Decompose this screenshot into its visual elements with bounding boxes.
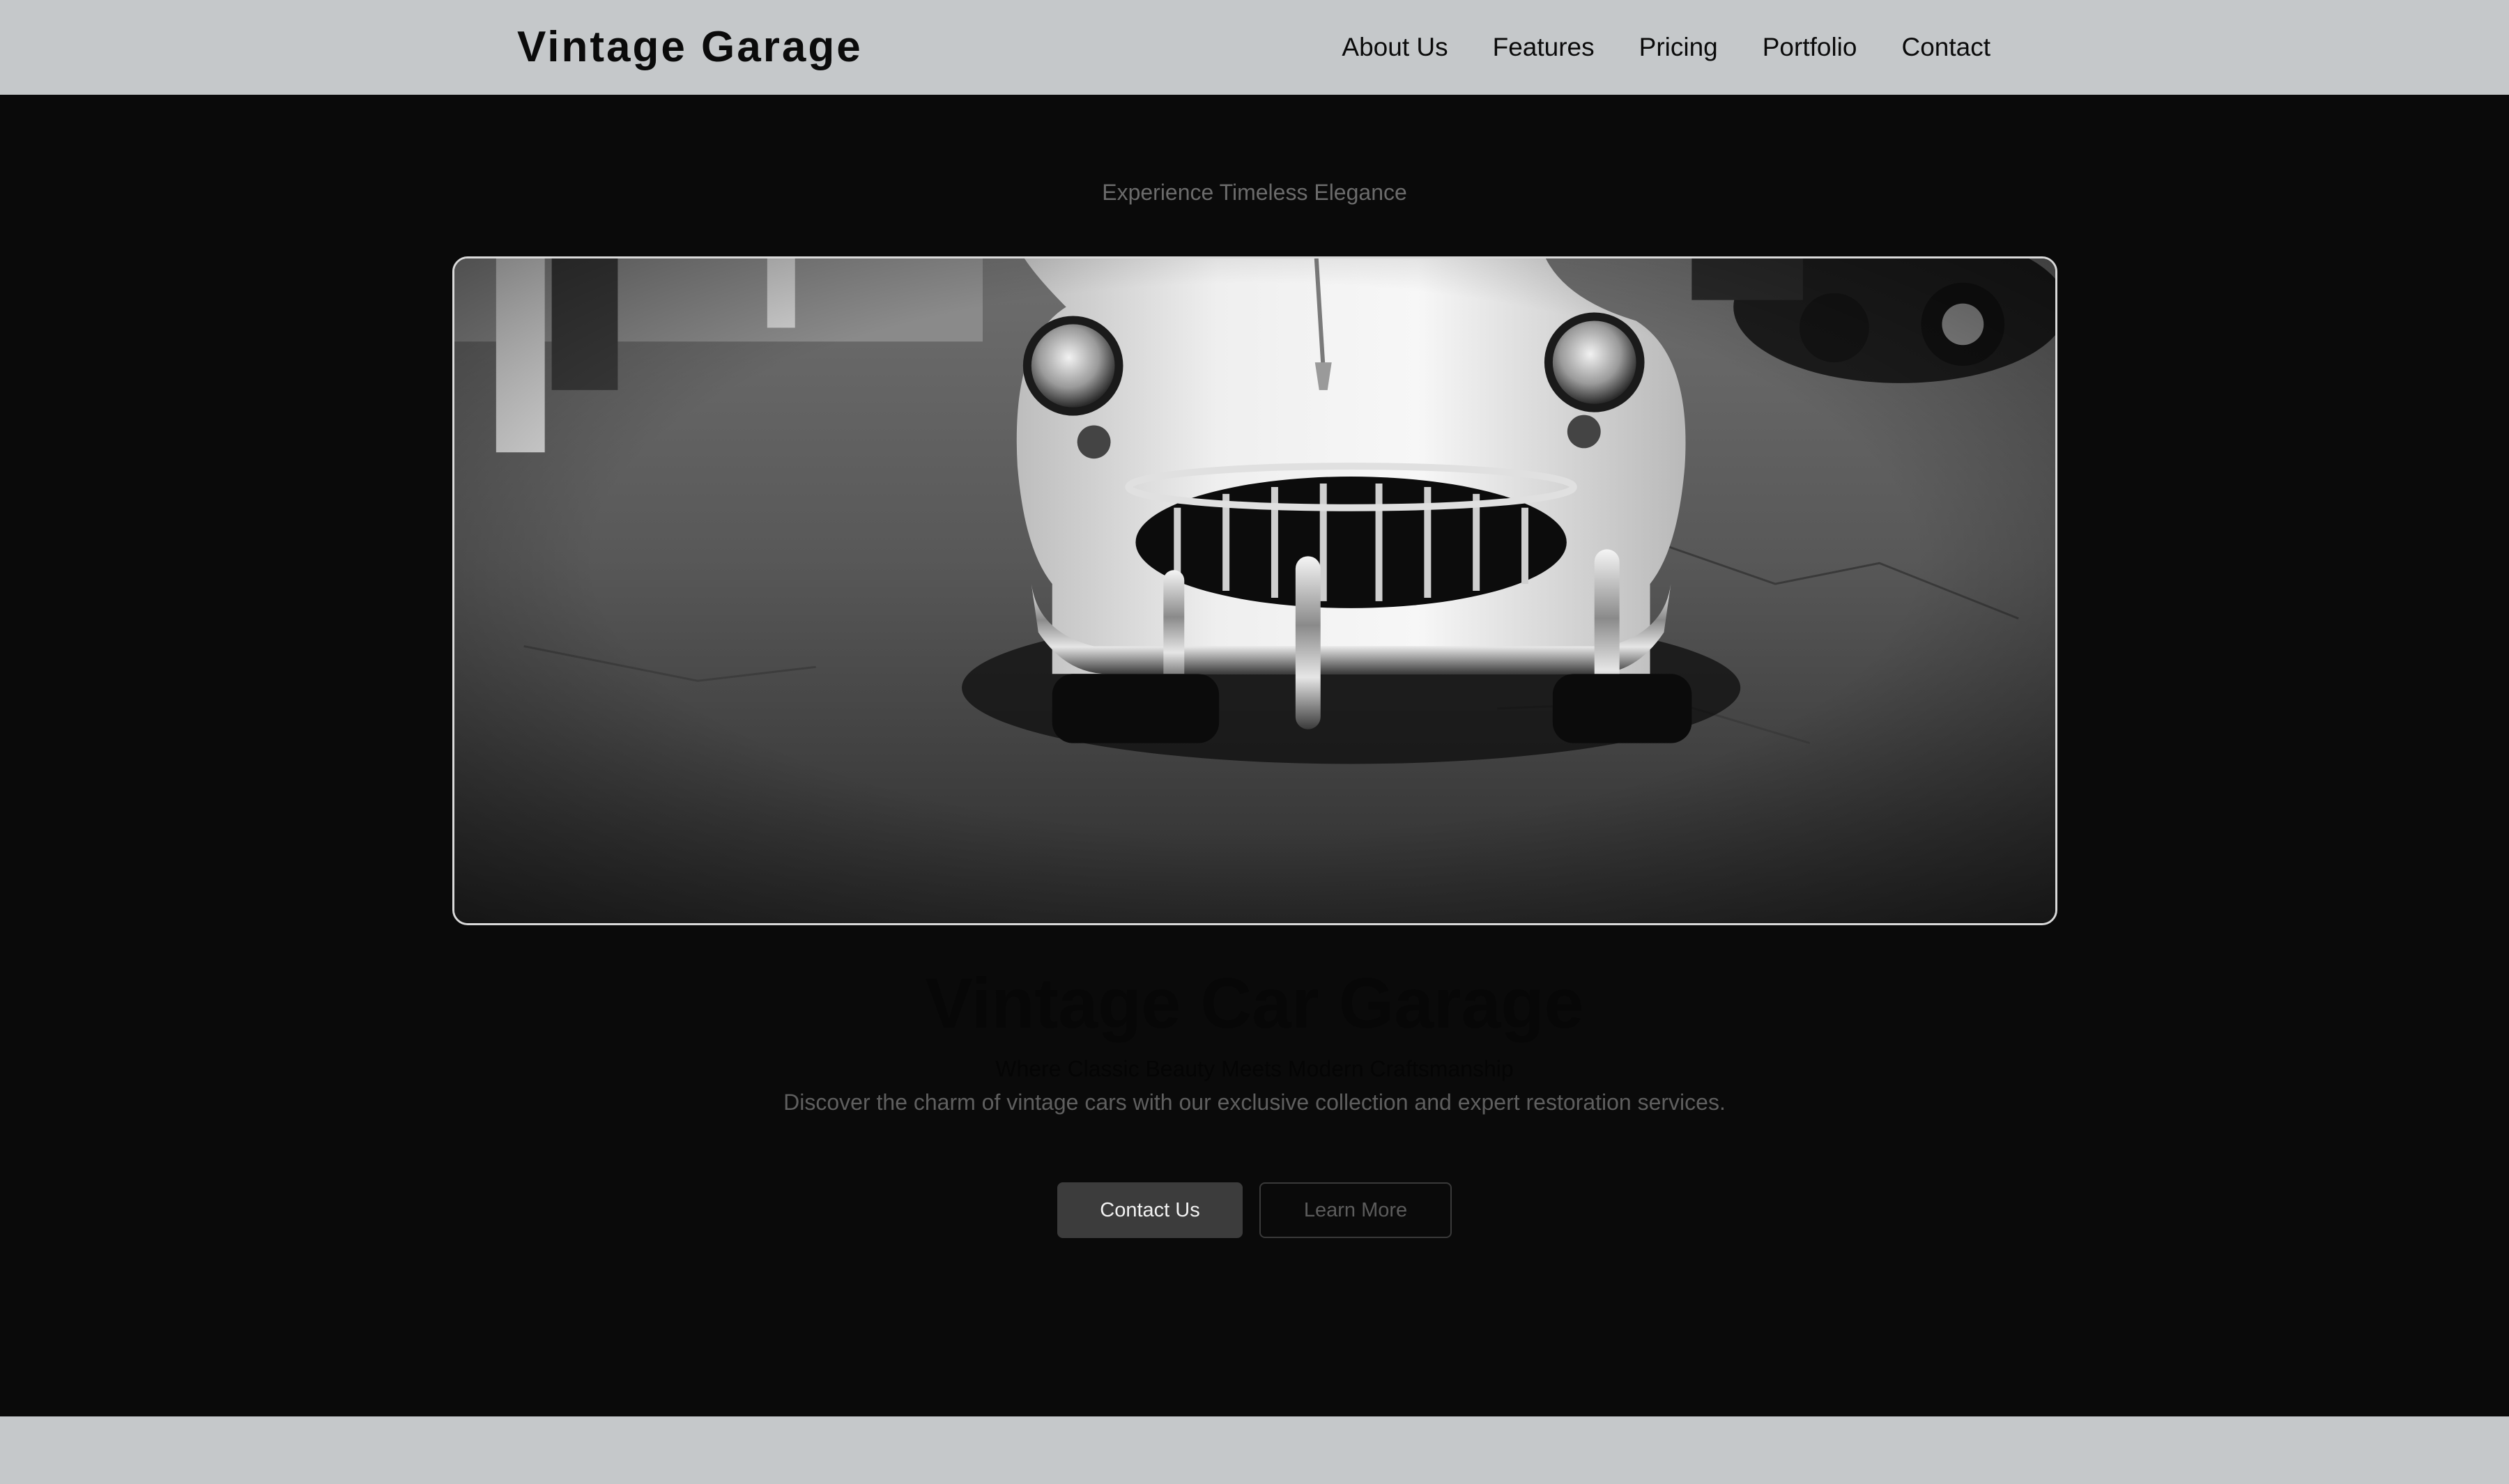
hero-subtitle: Where Classic Beauty Meets Modern Crafts… <box>995 1056 1514 1081</box>
hero-image <box>452 256 2057 925</box>
hero-kicker: Experience Timeless Elegance <box>1102 180 1407 205</box>
hero-section: Experience Timeless Elegance Vintage Car… <box>0 95 2509 1416</box>
brand-logo[interactable]: Vintage Garage <box>517 20 863 75</box>
nav-link-features[interactable]: Features <box>1493 33 1595 62</box>
main-nav: About Us Features Pricing Portfolio Cont… <box>1342 26 1990 68</box>
nav-link-contact[interactable]: Contact <box>1901 33 1990 62</box>
nav-link-pricing[interactable]: Pricing <box>1639 33 1718 62</box>
learn-more-button[interactable]: Learn More <box>1259 1182 1452 1238</box>
nav-link-about-us[interactable]: About Us <box>1342 33 1448 62</box>
contact-us-button[interactable]: Contact Us <box>1057 1182 1243 1238</box>
hero-description: Discover the charm of vintage cars with … <box>783 1090 1726 1115</box>
hero-title: Vintage Car Garage <box>925 964 1584 1043</box>
nav-link-portfolio[interactable]: Portfolio <box>1763 33 1857 62</box>
footer-band <box>0 1416 2509 1484</box>
vintage-car-illustration <box>454 258 2055 923</box>
hero-actions: Contact Us Learn More <box>1057 1182 1452 1238</box>
site-header: Vintage Garage About Us Features Pricing… <box>0 0 2509 95</box>
